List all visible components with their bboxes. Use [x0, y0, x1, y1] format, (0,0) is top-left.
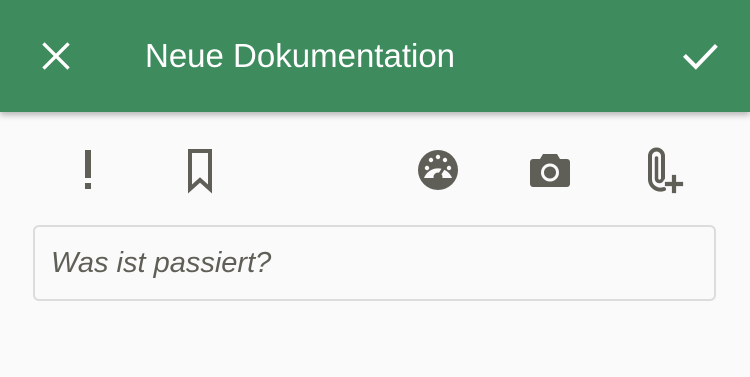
what-happened-input[interactable] [35, 227, 714, 299]
camera-button[interactable] [524, 144, 576, 196]
exclamation-icon [62, 144, 114, 196]
close-icon [39, 39, 73, 73]
check-icon [680, 36, 720, 76]
bookmark-button[interactable] [174, 144, 226, 196]
gauge-button[interactable] [412, 144, 464, 196]
toolbar [0, 112, 750, 222]
camera-icon [524, 144, 576, 196]
priority-button[interactable] [62, 144, 114, 196]
new-documentation-screen: Neue Dokumentation [0, 0, 750, 377]
speedometer-icon [412, 144, 464, 196]
attach-add-icon [636, 144, 688, 196]
close-button[interactable] [26, 26, 86, 86]
save-button[interactable] [670, 26, 730, 86]
attachment-button[interactable] [636, 144, 688, 196]
what-happened-field[interactable] [33, 225, 716, 301]
page-title: Neue Dokumentation [145, 37, 456, 74]
bookmark-icon [174, 144, 226, 196]
app-bar: Neue Dokumentation [0, 0, 750, 112]
